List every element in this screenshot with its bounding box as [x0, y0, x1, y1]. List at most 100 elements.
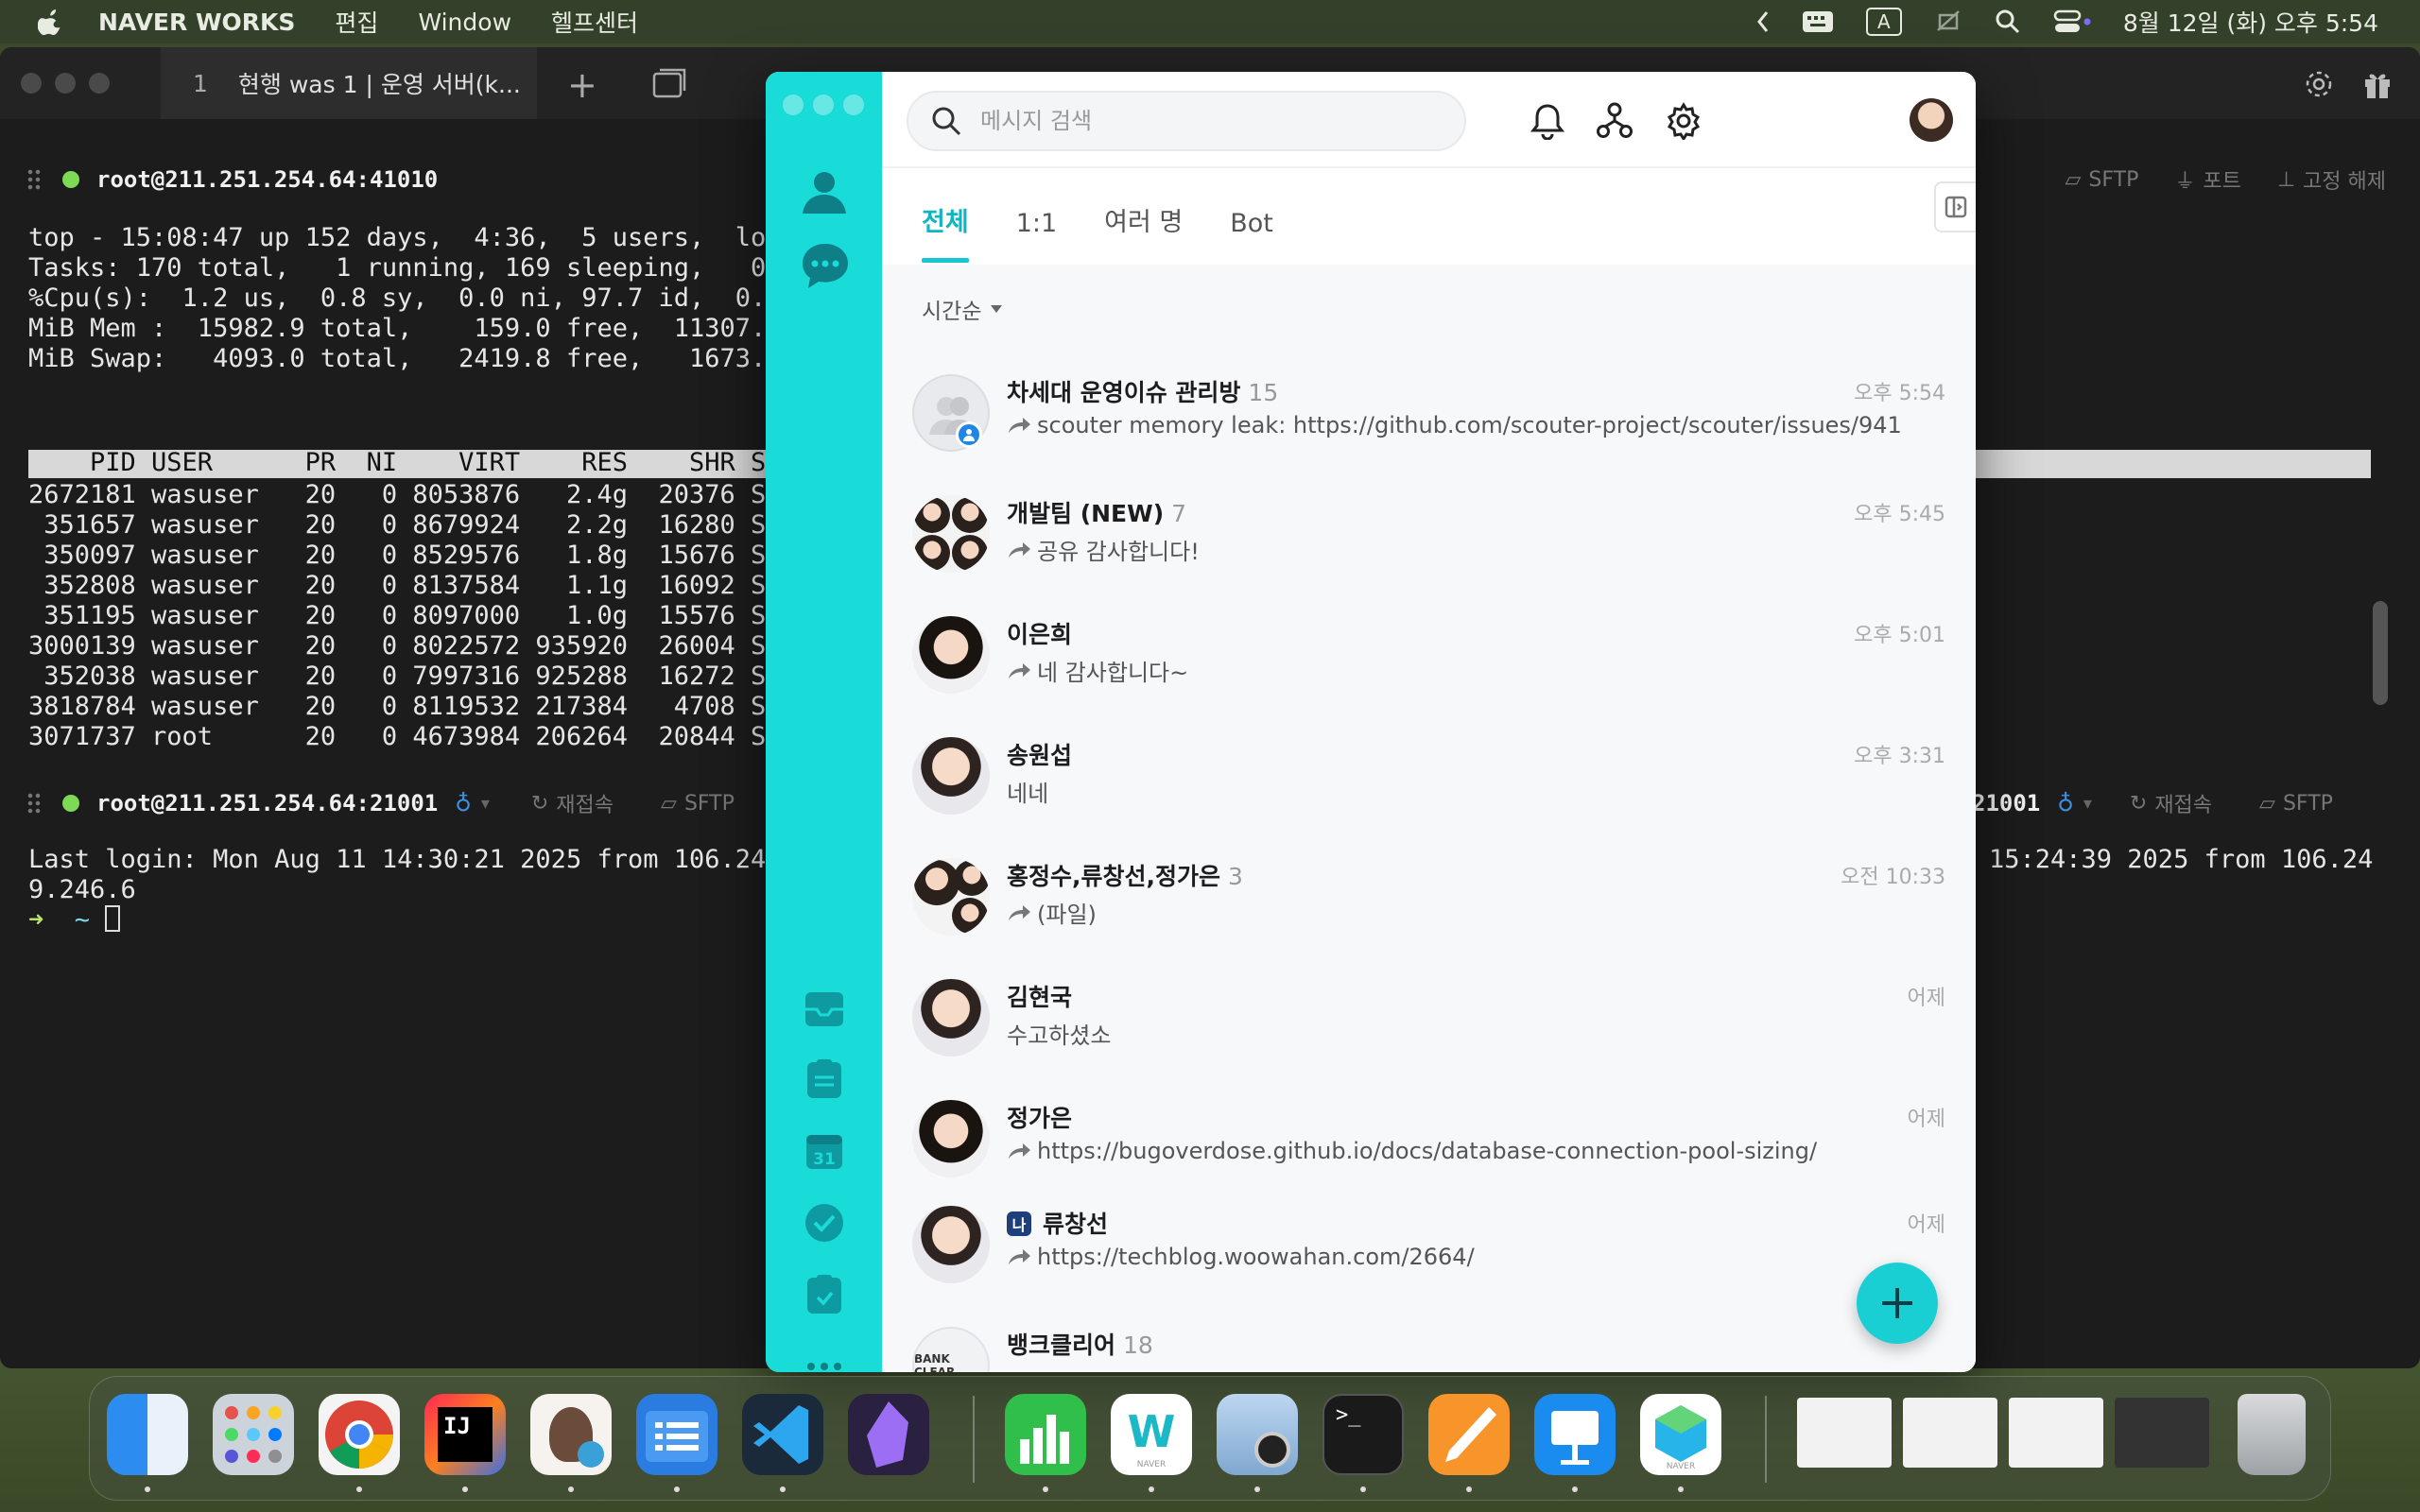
contacts-icon[interactable]	[800, 166, 849, 215]
chat-item[interactable]: 개발팀 (NEW) 7 공유 감사합니다! 오후 5:45	[882, 474, 1976, 595]
sftp-button[interactable]: ▱ SFTP	[2259, 792, 2333, 816]
new-tab-button[interactable]: +	[567, 64, 597, 106]
menu-edit[interactable]: 편집	[335, 5, 378, 39]
sftp-button[interactable]: ▱ SFTP	[661, 792, 735, 816]
minimized-window-thumbnail[interactable]	[2009, 1398, 2103, 1468]
pages-icon[interactable]	[1428, 1394, 1510, 1475]
window-close-button[interactable]	[783, 94, 804, 115]
lightbulb-icon[interactable]: ♁	[2057, 790, 2074, 816]
airplay-off-icon[interactable]	[1934, 8, 1962, 36]
task-check-icon[interactable]	[800, 1198, 849, 1247]
port-button[interactable]: ⏚ 포트	[2174, 164, 2241, 195]
bell-icon[interactable]	[1530, 102, 1564, 140]
tab-group[interactable]: 여러 명	[1104, 201, 1183, 263]
trash-icon[interactable]	[2238, 1394, 2306, 1475]
window-zoom-button[interactable]	[843, 94, 864, 115]
apple-icon[interactable]	[38, 8, 64, 36]
window-close-button[interactable]	[21, 73, 42, 94]
drag-handle-icon[interactable]	[26, 168, 42, 191]
tab-overview-icon[interactable]	[652, 68, 686, 98]
sort-dropdown[interactable]: 시간순	[922, 293, 1003, 325]
calendar-icon[interactable]: 31	[800, 1126, 849, 1176]
window-minimize-button[interactable]	[813, 94, 834, 115]
minimized-window-thumbnail[interactable]	[2115, 1398, 2209, 1468]
chat-item[interactable]: 차세대 운영이슈 관리방 15 scouter memory leak: http…	[882, 353, 1976, 474]
plus-icon	[1882, 1288, 1912, 1318]
minimized-window-thumbnail[interactable]	[1797, 1398, 1892, 1468]
member-count: 7	[1171, 500, 1187, 527]
files-icon[interactable]	[636, 1394, 717, 1475]
chat-preview: 네 감사합니다~	[1007, 654, 1188, 687]
terminal-scrollbar[interactable]	[2373, 601, 2388, 705]
chat-name: 개발팀 (NEW) 7	[1007, 500, 1187, 527]
mail-icon[interactable]	[800, 985, 849, 1034]
chat-item[interactable]: 정가은 https://bugoverdose.github.io/docs/d…	[882, 1079, 1976, 1200]
prompt-arrow: ➜	[28, 905, 44, 935]
dbeaver-icon[interactable]	[530, 1394, 612, 1475]
terminal-icon[interactable]: >_	[1322, 1394, 1404, 1475]
org-chart-icon[interactable]	[1597, 102, 1633, 140]
tab-all[interactable]: 전체	[922, 201, 969, 263]
keyboard-icon[interactable]	[1802, 10, 1834, 33]
messages-icon[interactable]	[800, 242, 849, 291]
chat-preview: 공유 감사합니다!	[1007, 533, 1200, 566]
app-name[interactable]: NAVER WORKS	[98, 9, 295, 36]
minimized-window-thumbnail[interactable]	[1903, 1398, 1997, 1468]
finder-icon[interactable]	[107, 1394, 188, 1475]
member-count: 3	[1228, 863, 1243, 890]
more-icon[interactable]	[800, 1342, 849, 1372]
search-icon[interactable]	[1995, 9, 2021, 35]
menubar-datetime[interactable]: 8월 12일 (화) 오후 5:54	[2123, 5, 2378, 39]
running-indicator	[1149, 1486, 1154, 1492]
window-zoom-button[interactable]	[89, 73, 110, 94]
pane-host: root@211.251.254.64:41010	[96, 166, 439, 193]
numbers-icon[interactable]	[1005, 1394, 1086, 1475]
control-center-icon[interactable]	[2053, 9, 2091, 35]
chevron-left-icon[interactable]	[1756, 10, 1770, 33]
chat-item[interactable]: 나 류창선 https://techblog.woowahan.com/2664/…	[882, 1185, 1976, 1306]
chat-item[interactable]: 송원섭 네네 오후 3:31	[882, 716, 1976, 837]
obsidian-icon[interactable]	[848, 1394, 929, 1475]
naver-works-icon[interactable]: W NAVER	[1111, 1394, 1192, 1475]
terminal-tab[interactable]: 1 현행 was 1 | 운영 서버(k...	[161, 47, 537, 119]
reconnect-button[interactable]: ↻ 재접속	[2130, 788, 2212, 818]
approval-icon[interactable]	[800, 1270, 849, 1319]
chevron-down-icon[interactable]: ▾	[2083, 794, 2092, 814]
new-chat-button[interactable]	[1857, 1263, 1938, 1344]
terminal-output-right[interactable]: 15:24:39 2025 from 106.24	[1989, 845, 2373, 875]
unpin-button[interactable]: ⊥ 고정 해제	[2277, 164, 2386, 195]
naver-works-window: 31 전체 1:1 여러 명 Bot	[766, 72, 1976, 1372]
profile-avatar[interactable]	[1910, 98, 1953, 142]
terminal-output-left[interactable]: Last login: Mon Aug 11 14:30:21 2025 fro…	[28, 845, 766, 936]
panel-toggle-button[interactable]	[1934, 181, 1976, 232]
chrome-icon[interactable]	[319, 1394, 400, 1475]
chat-item[interactable]: 홍정수,류창선,정가은 3 (파일) 오전 10:33	[882, 837, 1976, 958]
keynote-icon[interactable]	[1534, 1394, 1616, 1475]
tab-bot[interactable]: Bot	[1230, 209, 1273, 263]
tab-one-on-one[interactable]: 1:1	[1016, 209, 1057, 263]
message-search-input[interactable]	[980, 108, 1434, 134]
input-source-icon[interactable]: A	[1865, 8, 1902, 36]
gift-icon[interactable]	[2361, 68, 2394, 100]
message-search-box[interactable]	[907, 91, 1466, 151]
naver-whale-icon[interactable]: NAVER	[1640, 1394, 1721, 1475]
lightbulb-icon[interactable]: ♁	[455, 790, 472, 816]
reconnect-button[interactable]: ↻ 재접속	[531, 788, 614, 818]
gear-icon[interactable]	[2303, 68, 2335, 100]
process-header: PID USER PR NI VIRT RES SHR S	[28, 448, 767, 477]
chat-item[interactable]: 이은희 네 감사합니다~ 오후 5:01	[882, 595, 1976, 716]
chat-item[interactable]: 김현국 수고하셨소 어제	[882, 958, 1976, 1079]
drag-handle-icon[interactable]	[26, 792, 42, 815]
sftp-button[interactable]: ▱ SFTP	[2066, 164, 2139, 195]
window-minimize-button[interactable]	[55, 73, 76, 94]
menu-help-center[interactable]: 헬프센터	[551, 5, 638, 39]
preview-icon[interactable]	[1217, 1394, 1298, 1475]
chevron-down-icon[interactable]: ▾	[481, 794, 490, 814]
board-icon[interactable]	[800, 1055, 849, 1104]
settings-gear-icon[interactable]	[1665, 102, 1703, 140]
intellij-icon[interactable]: IJ	[424, 1394, 506, 1475]
chat-item[interactable]: BANK CLEAR 뱅크클리어18 [공지사항]	[882, 1306, 1976, 1372]
menu-window[interactable]: Window	[418, 9, 511, 36]
launchpad-icon[interactable]	[213, 1394, 294, 1475]
vscode-icon[interactable]	[742, 1394, 823, 1475]
